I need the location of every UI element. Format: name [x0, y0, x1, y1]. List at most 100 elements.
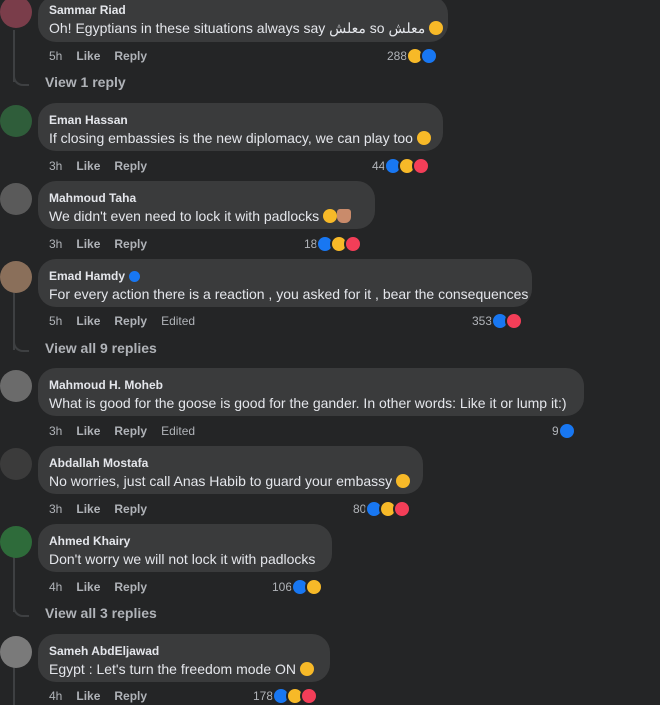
reply-button[interactable]: Reply: [114, 423, 147, 439]
comment-time[interactable]: 3h: [49, 501, 62, 517]
like-button[interactable]: Like: [76, 423, 100, 439]
thread-curve: [13, 340, 29, 352]
reaction-summary[interactable]: 44: [372, 157, 431, 175]
author-name: Ahmed Khairy: [49, 534, 131, 548]
reply-button[interactable]: Reply: [114, 158, 147, 174]
reaction-count: 80: [353, 502, 367, 516]
reaction-count: 44: [372, 159, 386, 173]
reaction-count: 178: [253, 689, 274, 703]
love-reaction-icon: [344, 235, 363, 253]
reaction-summary[interactable]: 178: [253, 687, 319, 705]
comment-bubble: Sammar Riad Oh! Egyptians in these situa…: [38, 0, 448, 42]
comment-bubble: Eman Hassan If closing embassies is the …: [38, 103, 443, 151]
comment-text-body: No worries, just call Anas Habib to guar…: [49, 473, 393, 489]
comment-text: No worries, just call Anas Habib to guar…: [49, 472, 412, 490]
reaction-summary[interactable]: 288: [387, 47, 439, 65]
haha-emoji-icon: [396, 474, 411, 488]
comment-text-body: We didn't even need to lock it with padl…: [49, 208, 320, 224]
comment-text-body: Oh! Egyptians in these situations always…: [49, 20, 426, 36]
reaction-count: 18: [304, 237, 318, 251]
like-button[interactable]: Like: [76, 501, 100, 517]
reaction-summary[interactable]: 9: [552, 422, 576, 440]
author-name: Sameh AbdEljawad: [49, 644, 160, 658]
comment-bubble: Sameh AbdEljawad Egypt : Let's turn the …: [38, 634, 330, 682]
reaction-summary[interactable]: 18: [304, 235, 363, 253]
comment-time[interactable]: 4h: [49, 688, 62, 704]
comment-time[interactable]: 5h: [49, 313, 62, 329]
comment-actions: 3h Like Reply: [49, 158, 161, 174]
comment-bubble: Emad Hamdy For every action there is a r…: [38, 259, 532, 307]
reply-button[interactable]: Reply: [114, 236, 147, 252]
avatar[interactable]: [0, 370, 32, 402]
comment-actions: 4h Like Reply: [49, 688, 161, 704]
comment-text: Oh! Egyptians in these situations always…: [49, 19, 444, 37]
comment-bubble: Ahmed Khairy Don't worry we will not loc…: [38, 524, 332, 572]
haha-emoji-icon: [299, 662, 314, 676]
reaction-summary[interactable]: 106: [272, 578, 324, 596]
view-replies-link[interactable]: View 1 reply: [45, 74, 126, 90]
comment-bubble: Mahmoud H. Moheb What is good for the go…: [38, 368, 584, 416]
like-button[interactable]: Like: [76, 48, 100, 64]
author-name: Mahmoud H. Moheb: [49, 378, 163, 392]
comment-text-body: For every action there is a reaction , y…: [49, 286, 529, 302]
rofl-emoji-icon: [323, 209, 338, 223]
comment-text-body: Egypt : Let's turn the freedom mode ON: [49, 661, 297, 677]
avatar[interactable]: [0, 448, 32, 480]
comment-author[interactable]: Emad Hamdy: [49, 269, 521, 284]
author-name: Mahmoud Taha: [49, 191, 137, 205]
reaction-summary[interactable]: 80: [353, 500, 412, 518]
reply-button[interactable]: Reply: [114, 579, 147, 595]
haha-emoji-icon: [429, 21, 444, 35]
comment-author[interactable]: Sameh AbdEljawad: [49, 644, 319, 659]
avatar[interactable]: [0, 0, 32, 28]
like-button[interactable]: Like: [76, 236, 100, 252]
comment-actions: 3h Like Reply: [49, 501, 161, 517]
avatar[interactable]: [0, 636, 32, 668]
comment-author[interactable]: Ahmed Khairy: [49, 534, 321, 549]
haha-emoji-icon: [416, 131, 431, 145]
comment-author[interactable]: Mahmoud H. Moheb: [49, 378, 573, 393]
comment-time[interactable]: 4h: [49, 579, 62, 595]
person-shrugging-emoji-icon: [337, 209, 352, 223]
like-button[interactable]: Like: [76, 158, 100, 174]
comment-author[interactable]: Mahmoud Taha: [49, 191, 364, 206]
like-button[interactable]: Like: [76, 313, 100, 329]
comment-author[interactable]: Eman Hassan: [49, 113, 432, 128]
verified-badge-icon: [129, 271, 141, 282]
comment-text-body: What is good for the goose is good for t…: [49, 395, 567, 411]
like-reaction-icon: [420, 47, 439, 65]
reply-button[interactable]: Reply: [114, 313, 147, 329]
comment-time[interactable]: 5h: [49, 48, 62, 64]
avatar[interactable]: [0, 183, 32, 215]
thread-line: [13, 666, 15, 705]
like-button[interactable]: Like: [76, 688, 100, 704]
comment-time[interactable]: 3h: [49, 236, 62, 252]
comment-text: If closing embassies is the new diplomac…: [49, 129, 432, 147]
love-reaction-icon: [412, 157, 431, 175]
author-name: Abdallah Mostafa: [49, 456, 149, 470]
author-name: Eman Hassan: [49, 113, 128, 127]
view-replies-link[interactable]: View all 9 replies: [45, 340, 157, 356]
comment-author[interactable]: Abdallah Mostafa: [49, 456, 412, 471]
comment-actions: 3h Like Reply: [49, 236, 161, 252]
love-reaction-icon: [505, 312, 524, 330]
avatar[interactable]: [0, 261, 32, 293]
comment-text: What is good for the goose is good for t…: [49, 394, 573, 412]
thread-curve: [13, 605, 29, 617]
reply-button[interactable]: Reply: [114, 501, 147, 517]
avatar[interactable]: [0, 105, 32, 137]
comment-time[interactable]: 3h: [49, 158, 62, 174]
comment-author[interactable]: Sammar Riad: [49, 3, 437, 18]
author-name: Sammar Riad: [49, 3, 126, 17]
view-replies-link[interactable]: View all 3 replies: [45, 605, 157, 621]
comment-time[interactable]: 3h: [49, 423, 62, 439]
reaction-summary[interactable]: 353: [472, 312, 524, 330]
reaction-count: 106: [272, 580, 293, 594]
comment-actions: 5h Like Reply: [49, 48, 161, 64]
comment-bubble: Mahmoud Taha We didn't even need to lock…: [38, 181, 375, 229]
reply-button[interactable]: Reply: [114, 688, 147, 704]
reply-button[interactable]: Reply: [114, 48, 147, 64]
comment-actions: 5h Like Reply Edited: [49, 313, 209, 329]
avatar[interactable]: [0, 526, 32, 558]
like-button[interactable]: Like: [76, 579, 100, 595]
